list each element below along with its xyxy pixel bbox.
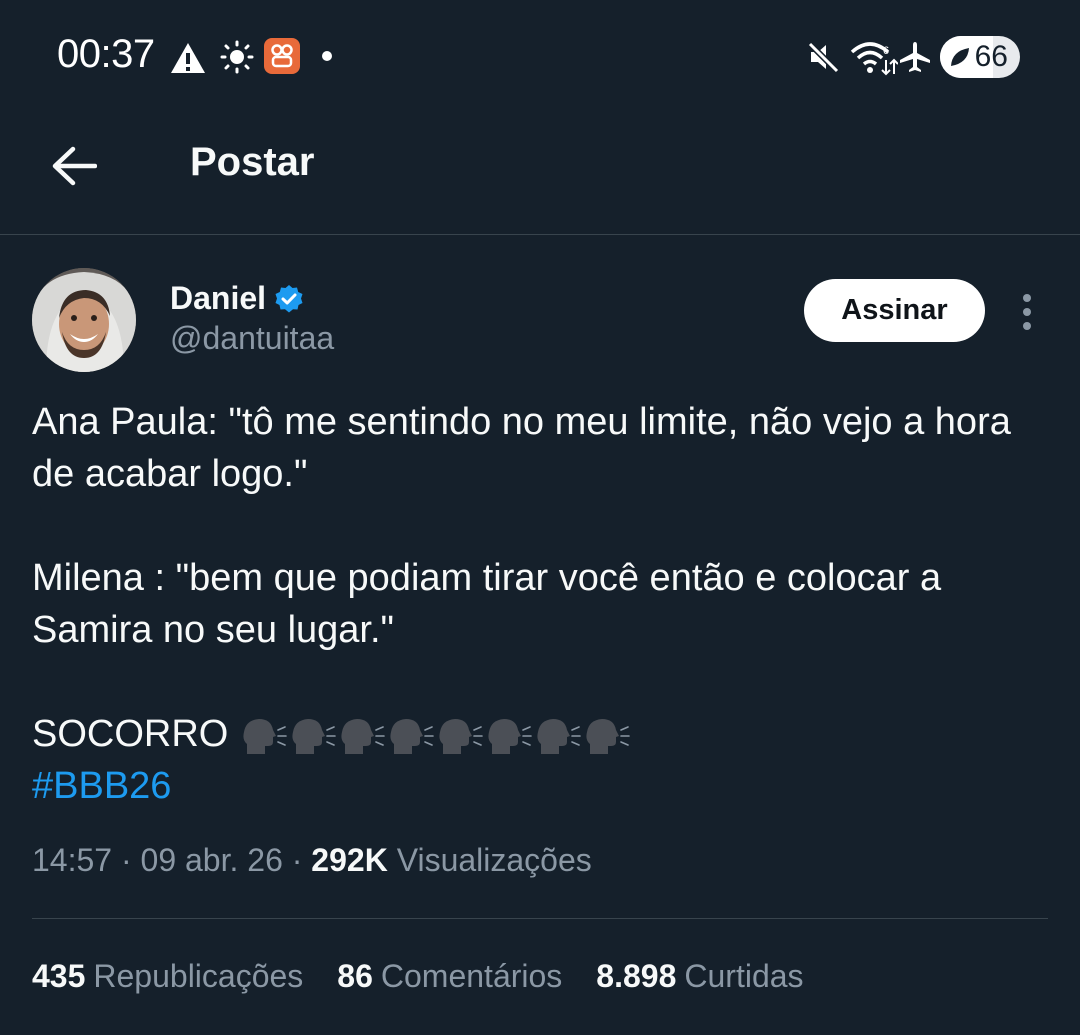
speaking-head-icon: [537, 718, 581, 754]
speaking-head-emoji-row: [239, 713, 631, 755]
tweet-time: 14:57: [32, 842, 113, 878]
more-options-button[interactable]: [1012, 290, 1042, 334]
more-dot-icon: [1023, 294, 1031, 302]
mute-icon: [807, 41, 840, 74]
tweet-stats: 435 Republicações 86 Comentários 8.898 Curt…: [32, 958, 804, 995]
speaking-head-icon: [488, 718, 532, 754]
avatar-image: [32, 268, 136, 372]
tweet-date: 09 abr. 26: [140, 842, 283, 878]
author-name-row[interactable]: Daniel: [170, 280, 304, 317]
speaking-head-icon: [439, 718, 483, 754]
avatar[interactable]: [32, 268, 136, 372]
comments-label: Comentários: [380, 958, 563, 994]
tweet-exclamation: SOCORRO: [32, 713, 229, 755]
subscribe-button[interactable]: Assinar: [804, 279, 985, 342]
brightness-icon: [220, 40, 254, 74]
reposts-label: Republicações: [93, 958, 304, 994]
views-count[interactable]: 292K: [311, 842, 388, 878]
status-time: 00:37: [57, 32, 155, 76]
battery-saver-icon: [951, 48, 969, 66]
verified-badge-icon: [275, 284, 303, 312]
notification-dot: [322, 51, 332, 61]
speaking-head-icon: [390, 718, 434, 754]
divider: [32, 918, 1048, 919]
tweet-paragraph-emojis: SOCORRO: [32, 708, 1042, 760]
author-name[interactable]: Daniel: [170, 280, 266, 317]
reposts-count: 435: [32, 958, 86, 994]
tweet-text: Ana Paula: "tô me sentindo no meu limite…: [32, 396, 1042, 812]
views-label[interactable]: Visualizações: [397, 842, 592, 878]
likes-label: Curtidas: [684, 958, 804, 994]
wifi-icon: 6: [850, 42, 898, 76]
more-dot-icon: [1023, 308, 1031, 316]
status-bar: 00:37 6 66: [0, 0, 1080, 110]
meta-separator: ·: [282, 842, 312, 878]
likes-count: 8.898: [596, 958, 677, 994]
arrow-left-icon: [52, 146, 97, 186]
page-header: Postar: [0, 110, 1080, 235]
comments-stat[interactable]: 86 Comentários: [337, 958, 562, 995]
more-dot-icon: [1023, 322, 1031, 330]
meta-separator: ·: [112, 842, 141, 878]
warning-icon: [171, 43, 205, 73]
tweet-paragraph: Milena : "bem que podiam tirar você entã…: [32, 557, 942, 651]
app-notification-icon: [264, 38, 300, 74]
hashtag-link[interactable]: #BBB26: [32, 765, 171, 807]
comments-count: 86: [337, 958, 373, 994]
battery-indicator: 66: [940, 36, 1020, 78]
svg-text:6: 6: [883, 45, 889, 57]
reposts-stat[interactable]: 435 Republicações: [32, 958, 303, 995]
page-title: Postar: [190, 140, 315, 184]
speaking-head-icon: [586, 718, 630, 754]
speaking-head-icon: [341, 718, 385, 754]
tweet-paragraph: Ana Paula: "tô me sentindo no meu limite…: [32, 401, 1011, 495]
speaking-head-icon: [243, 718, 287, 754]
speaking-head-icon: [292, 718, 336, 754]
tweet-meta: 14:57 · 09 abr. 26 · 292K Visualizações: [32, 842, 592, 879]
likes-stat[interactable]: 8.898 Curtidas: [596, 958, 803, 995]
battery-percent: 66: [974, 40, 1008, 73]
airplane-icon: [900, 42, 930, 72]
back-button[interactable]: [46, 138, 102, 194]
author-handle[interactable]: @dantuitaa: [170, 320, 334, 357]
